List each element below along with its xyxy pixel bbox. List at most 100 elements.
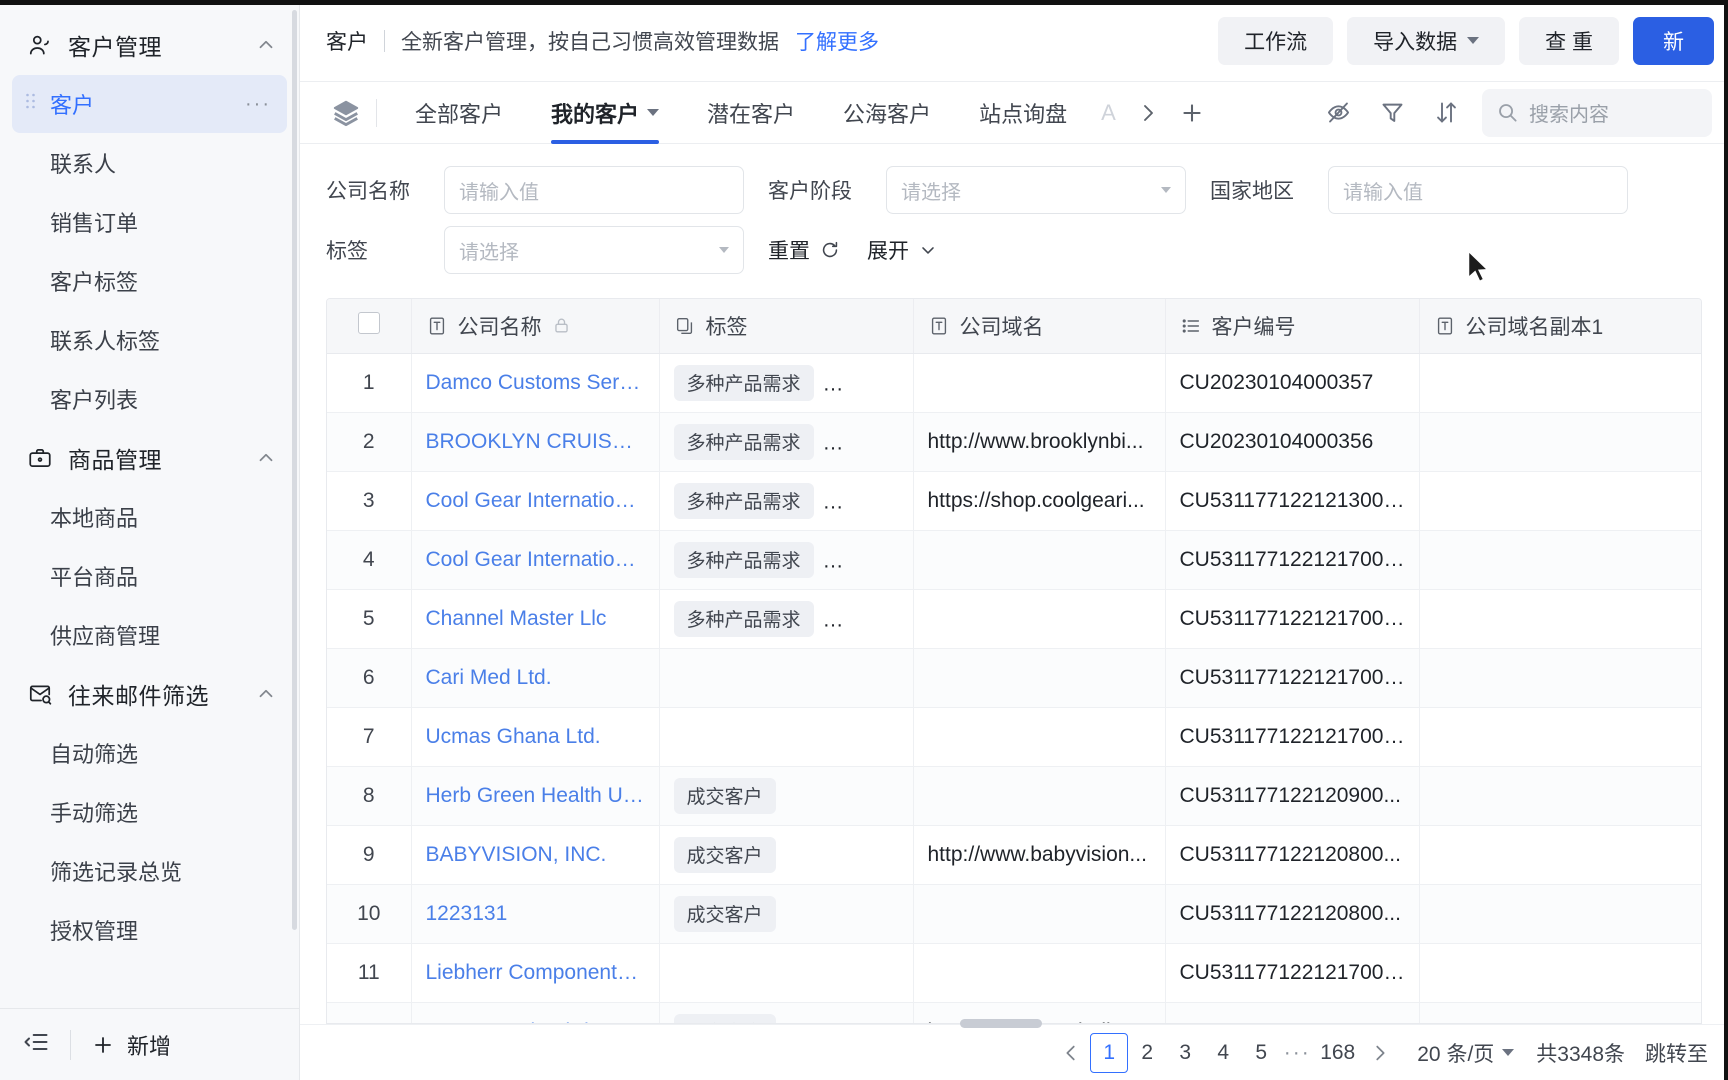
column-company-name[interactable]: 公司名称 [411, 299, 660, 354]
cell-company-domain-copy1[interactable] [1419, 943, 1701, 1003]
duplicate-check-button[interactable]: 查 重 [1519, 16, 1619, 65]
tab-my-customers[interactable]: 我的客户 [527, 82, 683, 144]
tab-site-inquiries[interactable]: 站点询盘 [955, 82, 1091, 144]
chevron-up-icon[interactable] [255, 34, 277, 56]
cell-tags[interactable]: 成交客户 [659, 825, 914, 885]
company-name-link[interactable]: BROOKLYN CRUISER ... [426, 430, 645, 454]
cell-company-domain[interactable] [913, 707, 1166, 767]
tab-all-customers[interactable]: 全部客户 [391, 82, 527, 144]
cell-company-domain-copy1[interactable] [1419, 589, 1701, 649]
cell-company-domain-copy1[interactable] [1419, 412, 1701, 472]
company-name-link[interactable]: Herb Green Health US... [426, 784, 645, 808]
table-row[interactable]: 5 Channel Master Llc 多种产品需求潜在经销商 CU53117712… [327, 589, 1701, 649]
page-number-2[interactable]: 2 [1128, 1033, 1166, 1073]
cell-company-name[interactable]: Cool Gear Internationa... [411, 471, 660, 531]
company-name-link[interactable]: Cool Gear Internationa... [426, 548, 645, 572]
sidebar-item-contacts[interactable]: 联系人 [12, 134, 287, 192]
cell-tags[interactable] [659, 943, 914, 1003]
cell-tags[interactable]: 多种产品需求潜在经销商 [659, 530, 914, 590]
cell-customer-number[interactable]: CU531177122120600... [1165, 1002, 1420, 1023]
cell-company-domain-copy1[interactable] [1419, 884, 1701, 944]
cell-tags[interactable] [659, 648, 914, 708]
prev-page-button[interactable] [1052, 1033, 1090, 1073]
search-input[interactable]: 搜索内容 [1482, 88, 1712, 137]
company-name-link[interactable]: 1223131 [426, 902, 645, 926]
page-number-5[interactable]: 5 [1242, 1033, 1280, 1073]
sidebar-item-manual-filter[interactable]: 手动筛选 [12, 783, 287, 841]
page-number-3[interactable]: 3 [1166, 1033, 1204, 1073]
sidebar-item-auto-filter[interactable]: 自动筛选 [12, 724, 287, 782]
workflow-button[interactable]: 工作流 [1218, 16, 1334, 65]
cell-company-domain-copy1[interactable] [1419, 825, 1701, 885]
sidebar-item-contact-tags[interactable]: 联系人标签 [12, 311, 287, 369]
table-row[interactable]: 10 1223131 成交客户 CU531177122120800... [327, 884, 1701, 944]
column-select-all[interactable] [327, 299, 412, 354]
cell-tags[interactable]: 成交客户 [659, 1002, 914, 1023]
sidebar-group-mail-filter[interactable]: 往来邮件筛选 [0, 665, 299, 723]
table-row[interactable]: 1 Damco Customs Servi... 多种产品需求 有意向 CU202301… [327, 353, 1701, 413]
tab-overflow-partial[interactable]: A [1091, 82, 1126, 144]
sidebar-item-filter-overview[interactable]: 筛选记录总览 [12, 842, 287, 900]
table-row[interactable]: 2 BROOKLYN CRUISER ... 多种产品需求潜在经销商http://w… [327, 412, 1701, 472]
cell-company-domain[interactable] [913, 589, 1166, 649]
sidebar-item-authorization[interactable]: 授权管理 [12, 901, 287, 959]
company-name-input[interactable]: 请输入值 [444, 166, 744, 214]
cell-company-name[interactable]: BROOKLYN CRUISER ... [411, 412, 660, 472]
cell-tags[interactable] [659, 707, 914, 767]
cell-company-name[interactable]: Wmw Metal Fabrics Li... [411, 1002, 660, 1023]
cell-company-name[interactable]: Channel Master Llc [411, 589, 660, 649]
cell-customer-number[interactable]: CU20230104000356 [1165, 412, 1420, 472]
page-number-1[interactable]: 1 [1090, 1032, 1129, 1073]
cell-customer-number[interactable]: CU5311771221217000725 [1165, 648, 1420, 708]
sidebar-group-product-management[interactable]: 商品管理 [0, 429, 299, 487]
cell-company-domain-copy1[interactable] [1419, 707, 1701, 767]
cell-company-name[interactable]: Cool Gear Internationa... [411, 530, 660, 590]
add-new-button[interactable]: 新增 [91, 1029, 171, 1061]
cell-tags[interactable]: 多种产品需求潜在经销商 [659, 589, 914, 649]
cell-company-name[interactable]: BABYVISION, INC. [411, 825, 660, 885]
sort-icon[interactable] [1422, 89, 1470, 137]
cell-company-domain-copy1[interactable] [1419, 530, 1701, 590]
column-company-domain-copy1[interactable]: 公司域名副本1 [1419, 299, 1701, 354]
more-options-icon[interactable]: ··· [245, 93, 271, 116]
table-row[interactable]: 3 Cool Gear Internationa... 多种产品需求潜在经销商htt… [327, 471, 1701, 531]
new-customer-button[interactable]: 新 [1633, 16, 1714, 65]
cell-customer-number[interactable]: CU5311771221213000001 [1165, 471, 1420, 531]
reset-filters-button[interactable]: 重置 [768, 235, 841, 265]
table-row[interactable]: 11 Liebherr Components ... CU5311771221217… [327, 943, 1701, 1003]
country-region-input[interactable]: 请输入值 [1328, 166, 1628, 214]
tags-select[interactable]: 请选择 [444, 226, 744, 274]
cell-company-domain[interactable] [913, 530, 1166, 590]
cell-company-name[interactable]: 1223131 [411, 884, 660, 944]
horizontal-scrollbar[interactable] [960, 1019, 1042, 1028]
table-row[interactable]: 9 BABYVISION, INC. 成交客户 http://www.babyvisi… [327, 825, 1701, 885]
layers-icon[interactable] [326, 98, 366, 128]
company-name-link[interactable]: Cool Gear Internationa... [426, 489, 645, 513]
cell-company-name[interactable]: Liebherr Components ... [411, 943, 660, 1003]
cell-company-domain[interactable] [913, 943, 1166, 1003]
next-page-button[interactable] [1361, 1033, 1399, 1073]
cell-company-name[interactable]: Ucmas Ghana Ltd. [411, 707, 660, 767]
cell-company-domain-copy1[interactable] [1419, 648, 1701, 708]
chevron-right-icon[interactable] [1126, 91, 1170, 135]
cell-tags[interactable]: 多种产品需求潜在经销商 [659, 412, 914, 472]
import-data-button[interactable]: 导入数据 [1347, 16, 1506, 65]
sidebar-item-supplier-management[interactable]: 供应商管理 [12, 606, 287, 664]
cell-company-domain[interactable] [913, 353, 1166, 413]
cell-customer-number[interactable]: CU5311771221217000705 [1165, 707, 1420, 767]
chevron-down-icon[interactable] [647, 109, 660, 116]
expand-filters-button[interactable]: 展开 [867, 235, 938, 265]
cell-company-name[interactable]: Cari Med Ltd. [411, 648, 660, 708]
tab-public-pool-customers[interactable]: 公海客户 [819, 82, 955, 144]
learn-more-link[interactable]: 了解更多 [795, 26, 879, 56]
drag-handle-icon[interactable] [24, 91, 40, 117]
cell-company-domain-copy1[interactable] [1419, 766, 1701, 826]
table-row[interactable]: 4 Cool Gear Internationa... 多种产品需求潜在经销商 CU5… [327, 530, 1701, 590]
cell-customer-number[interactable]: CU20230104000357 [1165, 353, 1420, 413]
sidebar-item-sales-orders[interactable]: 销售订单 [12, 193, 287, 251]
cell-tags[interactable]: 多种产品需求 有意向 [659, 353, 914, 413]
company-name-link[interactable]: Damco Customs Servi... [426, 371, 645, 395]
cell-customer-number[interactable]: CU5311771221217000724 [1165, 589, 1420, 649]
sidebar-item-platform-products[interactable]: 平台商品 [12, 547, 287, 605]
cell-company-domain[interactable]: http://www.brooklynbi... [913, 412, 1166, 472]
